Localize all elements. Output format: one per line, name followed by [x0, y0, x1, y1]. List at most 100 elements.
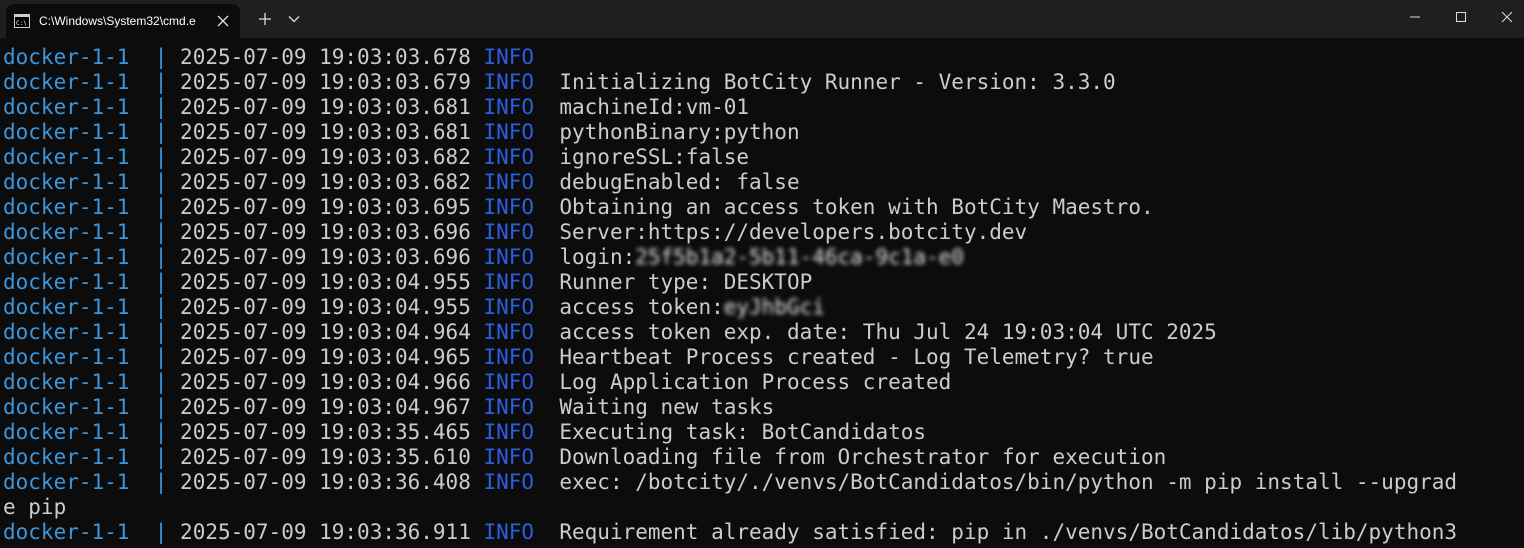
log-level: INFO [483, 170, 535, 194]
log-separator: | [154, 295, 168, 319]
log-timestamp: 2025-07-09 19:03:04.966 [180, 370, 471, 394]
log-message: Initializing BotCity Runner - Version: 3… [559, 70, 1116, 94]
log-timestamp: 2025-07-09 19:03:04.955 [180, 270, 471, 294]
log-separator: | [154, 45, 168, 69]
log-message: access token: [559, 295, 724, 319]
log-separator: | [154, 145, 168, 169]
log-level: INFO [483, 370, 535, 394]
log-continuation: e pip [3, 495, 67, 519]
log-service: docker-1-1 [3, 520, 130, 544]
log-separator: | [154, 395, 168, 419]
log-line: docker-1-1 | 2025-07-09 19:03:03.681 INF… [3, 120, 800, 145]
log-message: Obtaining an access token with BotCity M… [559, 195, 1154, 219]
chevron-down-icon[interactable] [286, 10, 302, 28]
log-line: docker-1-1 | 2025-07-09 19:03:03.682 INF… [3, 170, 800, 195]
log-separator: | [154, 195, 168, 219]
log-timestamp: 2025-07-09 19:03:03.679 [180, 70, 471, 94]
log-service: docker-1-1 [3, 370, 130, 394]
close-window-icon[interactable] [1484, 0, 1524, 34]
log-line: docker-1-1 | 2025-07-09 19:03:04.964 INF… [3, 320, 1217, 345]
log-service: docker-1-1 [3, 95, 130, 119]
svg-text:C:\: C:\ [16, 20, 27, 27]
log-timestamp: 2025-07-09 19:03:04.955 [180, 295, 471, 319]
log-service: docker-1-1 [3, 45, 130, 69]
log-level: INFO [483, 395, 535, 419]
tab-title: C:\Windows\System32\cmd.e [39, 14, 196, 28]
log-message: Runner type: DESKTOP [559, 270, 813, 294]
log-timestamp: 2025-07-09 19:03:03.682 [180, 170, 471, 194]
plus-icon[interactable] [256, 10, 274, 28]
log-level: INFO [483, 45, 535, 69]
log-level: INFO [483, 270, 535, 294]
log-level: INFO [483, 220, 535, 244]
log-timestamp: 2025-07-09 19:03:03.696 [180, 220, 471, 244]
log-timestamp: 2025-07-09 19:03:35.610 [180, 445, 471, 469]
log-separator: | [154, 370, 168, 394]
log-timestamp: 2025-07-09 19:03:36.408 [180, 470, 471, 494]
log-timestamp: 2025-07-09 19:03:04.964 [180, 320, 471, 344]
log-line: docker-1-1 | 2025-07-09 19:03:36.408 INF… [3, 470, 1457, 495]
log-message: Requirement already satisfied: pip in ./… [559, 520, 1458, 544]
log-separator: | [154, 345, 168, 369]
log-level: INFO [483, 320, 535, 344]
minimize-icon[interactable] [1392, 0, 1438, 34]
log-separator: | [154, 445, 168, 469]
log-message: ignoreSSL:false [559, 145, 750, 169]
log-level: INFO [483, 245, 535, 269]
log-separator: | [154, 320, 168, 344]
log-service: docker-1-1 [3, 295, 130, 319]
terminal-output[interactable]: docker-1-1 | 2025-07-09 19:03:03.678 INF… [0, 38, 1524, 548]
redacted-value: 25f5b1a2-5b11-46ca-9c1a-e0 [635, 245, 964, 269]
log-level: INFO [483, 470, 535, 494]
log-timestamp: 2025-07-09 19:03:04.965 [180, 345, 471, 369]
log-separator: | [154, 170, 168, 194]
log-separator: | [154, 420, 168, 444]
log-level: INFO [483, 195, 535, 219]
log-message: Server:https://developers.botcity.dev [559, 220, 1028, 244]
log-line: docker-1-1 | 2025-07-09 19:03:03.696 INF… [3, 220, 1027, 245]
maximize-icon[interactable] [1438, 0, 1484, 34]
log-service: docker-1-1 [3, 170, 130, 194]
log-service: docker-1-1 [3, 395, 130, 419]
log-line: docker-1-1 | 2025-07-09 19:03:04.965 INF… [3, 345, 1154, 370]
log-separator: | [154, 245, 168, 269]
log-service: docker-1-1 [3, 320, 130, 344]
log-level: INFO [483, 145, 535, 169]
log-level: INFO [483, 520, 535, 544]
log-message: Heartbeat Process created - Log Telemetr… [559, 345, 1154, 369]
log-message: Downloading file from Orchestrator for e… [559, 445, 1167, 469]
log-service: docker-1-1 [3, 145, 130, 169]
log-service: docker-1-1 [3, 120, 130, 144]
log-line: docker-1-1 | 2025-07-09 19:03:04.967 INF… [3, 395, 774, 420]
log-timestamp: 2025-07-09 19:03:03.682 [180, 145, 471, 169]
log-message: debugEnabled: false [559, 170, 800, 194]
log-timestamp: 2025-07-09 19:03:03.695 [180, 195, 471, 219]
log-line: docker-1-1 | 2025-07-09 19:03:36.911 INF… [3, 520, 1457, 545]
log-line: docker-1-1 | 2025-07-09 19:03:35.465 INF… [3, 420, 926, 445]
log-message: Log Application Process created [559, 370, 952, 394]
log-separator: | [154, 70, 168, 94]
log-line: docker-1-1 | 2025-07-09 19:03:03.682 INF… [3, 145, 749, 170]
log-timestamp: 2025-07-09 19:03:03.696 [180, 245, 471, 269]
title-bar: C:\ C:\Windows\System32\cmd.e [0, 0, 1524, 38]
log-service: docker-1-1 [3, 345, 130, 369]
log-line: docker-1-1 | 2025-07-09 19:03:04.955 INF… [3, 295, 825, 320]
log-level: INFO [483, 445, 535, 469]
log-line: docker-1-1 | 2025-07-09 19:03:03.695 INF… [3, 195, 1154, 220]
log-level: INFO [483, 345, 535, 369]
log-timestamp: 2025-07-09 19:03:36.911 [180, 520, 471, 544]
log-separator: | [154, 120, 168, 144]
log-line: e pip [3, 495, 66, 520]
close-icon[interactable] [214, 12, 232, 30]
log-level: INFO [483, 95, 535, 119]
redacted-value: eyJhbGci [723, 295, 825, 319]
log-timestamp: 2025-07-09 19:03:04.967 [180, 395, 471, 419]
log-timestamp: 2025-07-09 19:03:03.678 [180, 45, 471, 69]
log-timestamp: 2025-07-09 19:03:03.681 [180, 120, 471, 144]
log-line: docker-1-1 | 2025-07-09 19:03:04.955 INF… [3, 270, 812, 295]
terminal-tab[interactable]: C:\ C:\Windows\System32\cmd.e [6, 4, 240, 38]
log-separator: | [154, 95, 168, 119]
log-separator: | [154, 270, 168, 294]
log-service: docker-1-1 [3, 70, 130, 94]
log-service: docker-1-1 [3, 220, 130, 244]
